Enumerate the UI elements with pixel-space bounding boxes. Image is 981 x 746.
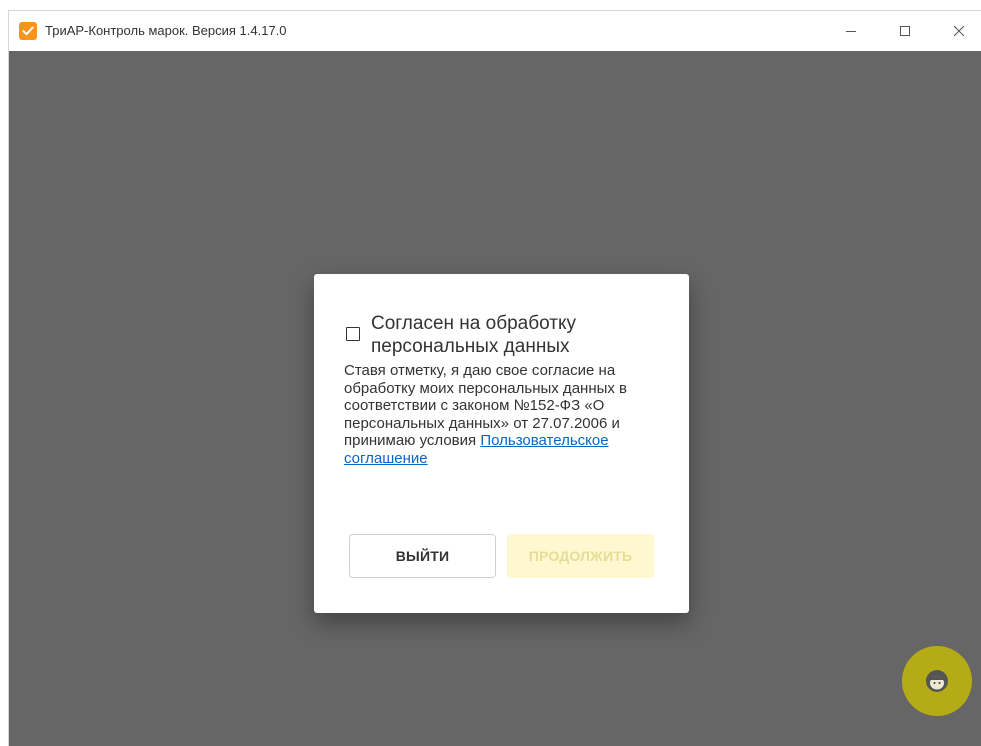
consent-dialog: Согласен на обработку персональных данны… [314,274,689,613]
consent-label[interactable]: Согласен на обработку персональных данны… [371,312,651,358]
app-window: ТриАР-Контроль марок. Версия 1.4.17.0 Со… [8,10,981,746]
support-button[interactable] [902,646,972,716]
minimize-button[interactable] [828,11,874,51]
app-checkmark-icon [19,22,37,40]
close-icon [953,25,965,37]
window-title: ТриАР-Контроль марок. Версия 1.4.17.0 [45,23,287,38]
minimize-icon [846,31,856,32]
consent-description: Ставя отметку, я даю свое согласие на об… [344,362,664,467]
maximize-button[interactable] [882,11,928,51]
close-button[interactable] [936,11,981,51]
continue-button[interactable]: ПРОДОЛЖИТЬ [507,534,654,578]
consent-checkbox[interactable] [346,327,360,341]
title-bar[interactable]: ТриАР-Контроль марок. Версия 1.4.17.0 [9,11,981,51]
modal-overlay: Согласен на обработку персональных данны… [9,51,981,746]
exit-button[interactable]: ВЫЙТИ [349,534,496,578]
maximize-icon [900,26,910,36]
support-agent-icon [926,670,948,692]
